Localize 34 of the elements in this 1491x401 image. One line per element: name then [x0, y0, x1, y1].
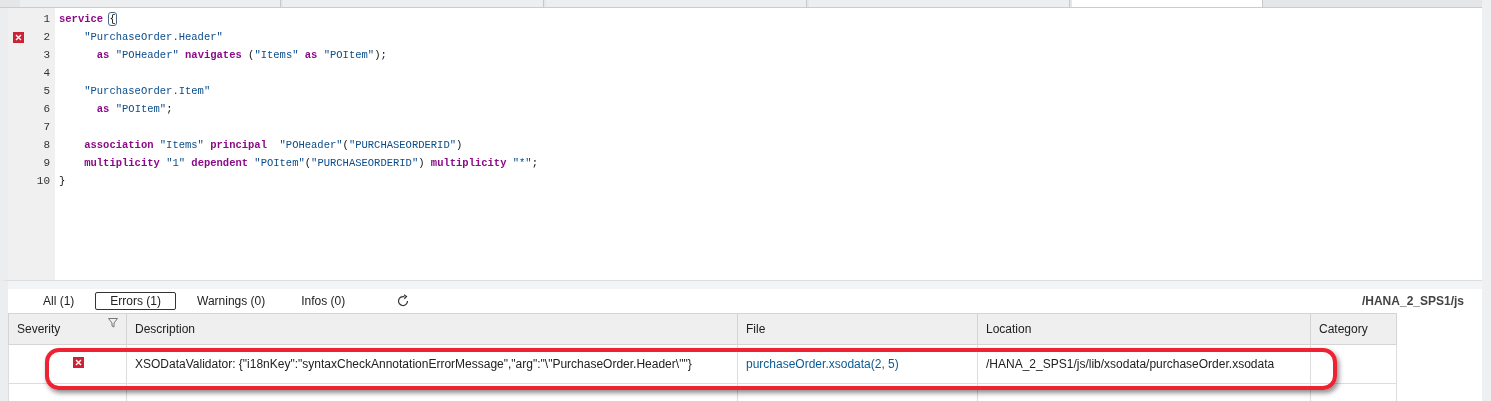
- column-header[interactable]: Description: [126, 313, 738, 345]
- code-line: as "POItem";: [95, 103, 173, 115]
- line-number: 10: [35, 175, 50, 187]
- filter-tab[interactable]: Warnings (0): [182, 292, 281, 310]
- line-number: 4: [42, 67, 50, 79]
- project-path: /HANA_2_SPS1/js: [1361, 294, 1464, 308]
- location-cell: /HANA_2_SPS1/js/lib/xsodata/purchaseOrder.xsodata: [977, 344, 1311, 384]
- line-number: 2: [42, 31, 50, 43]
- description-cell: XSODataValidator: {"i18nKey":"syntaxCheckAnnotationErrorMessage","arg":"\"PurchaseOrder.Header\""}: [126, 344, 738, 384]
- filter-tab[interactable]: Errors (1): [95, 292, 176, 310]
- error-icon: [73, 357, 84, 368]
- error-icon: [12, 31, 24, 43]
- code-line: multiplicity "1" dependent "POItem"("PURCHASEORDERID") multiplicity "*";: [83, 157, 538, 169]
- filter-icon[interactable]: [108, 318, 118, 328]
- code-line: }: [59, 175, 66, 187]
- line-number: 9: [42, 157, 50, 169]
- refresh-icon[interactable]: [396, 294, 411, 308]
- column-header[interactable]: Severity: [8, 313, 127, 345]
- code-line: service {: [59, 13, 116, 25]
- line-number: 1: [42, 13, 50, 25]
- line-number: 3: [42, 49, 50, 61]
- column-header[interactable]: Location: [977, 313, 1311, 345]
- code-line: association "Items" principal "POHeader"("PURCHASEORDERID"): [83, 139, 463, 151]
- filter-tab[interactable]: Infos (0): [286, 292, 361, 310]
- code-line: as "POHeader" navigates ("Items" as "POItem");: [95, 49, 387, 61]
- column-header[interactable]: Category: [1310, 313, 1396, 345]
- line-number: 7: [42, 121, 50, 133]
- column-header[interactable]: File: [737, 313, 978, 345]
- filter-tab[interactable]: All (1): [28, 292, 90, 310]
- line-number: 6: [42, 103, 50, 115]
- code-line: "PurchaseOrder.Header": [83, 31, 223, 43]
- code-line: "PurchaseOrder.Item": [83, 85, 211, 97]
- line-number: 5: [42, 85, 50, 97]
- line-number: 8: [42, 139, 50, 151]
